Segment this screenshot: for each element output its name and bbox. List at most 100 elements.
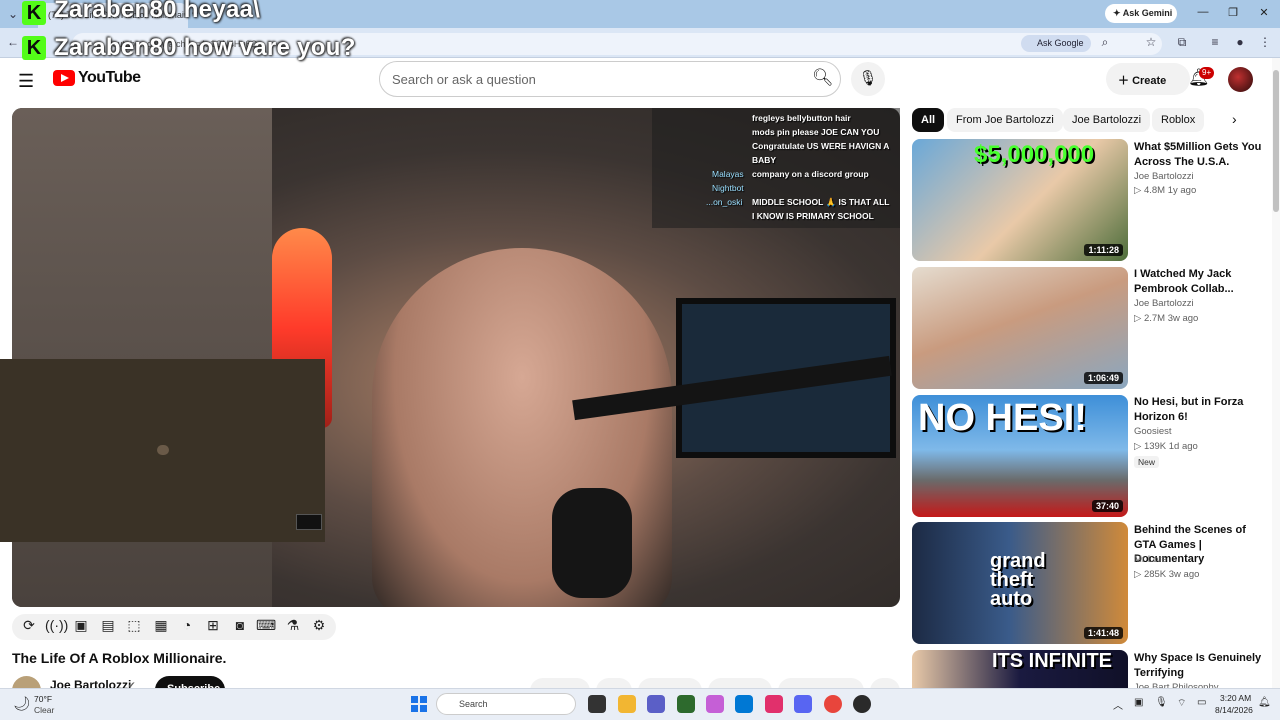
taskbar-search-label: Search (459, 699, 488, 709)
weather-temperature[interactable]: 70°F (34, 694, 52, 704)
chat-line: mods pin please JOE CAN YOU (752, 127, 880, 137)
task-view-icon[interactable] (588, 695, 606, 713)
rec-thumbnail[interactable]: 1:06:49 (912, 267, 1128, 389)
search-placeholder: Search or ask a question (392, 72, 536, 87)
media-icon[interactable]: ≡ (1208, 35, 1222, 49)
rec-meta: ▷ 2.7M 3w ago (1134, 313, 1199, 324)
rec-channel[interactable]: Joe Bartolozzi (1134, 171, 1194, 182)
rec-meta: ▷ 285K 3w ago (1134, 569, 1200, 580)
rec-title[interactable]: I Watched My Jack Pembrook Collab... (1134, 267, 1264, 296)
zoom-icon[interactable]: ⌕ (1098, 35, 1112, 50)
film-icon[interactable]: ▤ (98, 617, 118, 637)
ask-gemini-button[interactable]: ✦ Ask Gemini (1105, 4, 1177, 23)
search-input[interactable]: Search or ask a question (379, 61, 841, 97)
rec-thumbnail[interactable]: ITS INFINITE (912, 650, 1128, 688)
windows-start-icon[interactable] (411, 696, 427, 712)
thumbnail-text: ITS INFINITE (992, 650, 1112, 672)
copilot-icon[interactable] (706, 695, 724, 713)
discord-icon[interactable] (794, 695, 812, 713)
profile-icon[interactable]: ● (1233, 35, 1247, 49)
battery-icon[interactable]: ▭ (1197, 697, 1206, 708)
ask-gemini-label: Ask Gemini (1122, 8, 1173, 18)
flask-icon[interactable]: ⚗ (283, 617, 303, 637)
resize-icon[interactable]: ⬚ (124, 617, 144, 637)
rec-thumbnail[interactable]: grand theft auto 1:41:48 (912, 522, 1128, 644)
rec-thumbnail[interactable]: NO HESI! 37:40 (912, 395, 1128, 517)
add-screen-icon[interactable]: ⊞ (203, 617, 223, 637)
screen-eye-icon[interactable]: ▣ (71, 617, 91, 637)
weather-moon-icon[interactable]: 🌙︎ (13, 695, 31, 712)
browser-menu-icon[interactable]: ⋮ (1258, 35, 1272, 49)
chip-from-channel[interactable]: From Joe Bartolozzi (947, 108, 1063, 132)
wifi-icon[interactable]: ⌔ (1177, 697, 1186, 710)
camera-icon[interactable]: ◙ (230, 617, 250, 637)
chip-roblox[interactable]: Roblox (1152, 108, 1205, 132)
chevron-right-icon[interactable]: › (1232, 111, 1237, 127)
youtube-logo-icon[interactable] (53, 70, 75, 86)
youtube-logo-text[interactable]: YouTube (78, 69, 141, 87)
kick-logo-icon: K (22, 1, 46, 25)
chat-line: BABY (752, 155, 777, 165)
extensions-icon[interactable]: ⧉ (1175, 35, 1189, 50)
tray-app-icon[interactable]: ▣ (1134, 697, 1143, 708)
loop-icon[interactable]: ⟳ (19, 617, 39, 637)
chat-line: Congratulate US WERE HAVIGN A (752, 141, 890, 151)
minimize-icon[interactable]: — (1193, 6, 1213, 18)
new-badge: New (1134, 456, 1160, 468)
scrollbar-thumb[interactable] (1273, 70, 1279, 212)
rec-thumbnail[interactable]: $5,000,000 1:11:28 (912, 139, 1128, 261)
rec-title[interactable]: No Hesi, but in Forza Horizon 6! (1134, 395, 1264, 424)
speedometer-icon[interactable]: ◔ (177, 617, 197, 637)
create-button[interactable]: ＋ Create (1106, 63, 1190, 95)
video-duration: 1:41:48 (1083, 627, 1123, 639)
thumbnail-text: NO HESI! (918, 397, 1087, 439)
rec-title[interactable]: What $5Million Gets You Across The U.S.A… (1134, 140, 1264, 169)
cinema-icon[interactable]: ▦ (151, 617, 171, 637)
file-explorer-icon[interactable] (618, 695, 636, 713)
video-title: The Life Of A Roblox Millionaire. (12, 650, 227, 666)
clock-time[interactable]: 3:20 AM (1220, 693, 1251, 703)
menu-icon[interactable]: ☰ (18, 71, 34, 92)
close-window-icon[interactable]: ✕ (1254, 6, 1274, 19)
account-avatar[interactable] (1228, 67, 1253, 92)
tray-chevron-icon[interactable]: ︿ (1113, 697, 1123, 712)
voice-search-button[interactable]: 🎙︎ (851, 62, 885, 96)
tab-list-icon[interactable]: ⌄ (6, 7, 20, 21)
rec-channel[interactable]: Mr Lore (1134, 554, 1167, 565)
chip-channel[interactable]: Joe Bartolozzi (1063, 108, 1151, 132)
pip-mini-preview (296, 514, 322, 530)
broadcast-icon[interactable]: ((·)) (45, 617, 68, 637)
bookmark-star-icon[interactable]: ☆ (1144, 35, 1158, 49)
rec-title[interactable]: Why Space Is Genuinely Terrifying (1134, 651, 1264, 680)
search-icon[interactable]: 🔍︎ (812, 68, 834, 88)
app-icon[interactable] (853, 695, 871, 713)
video-duration: 37:40 (1091, 500, 1123, 512)
ask-google-button[interactable]: Ask Google (1021, 35, 1091, 52)
back-icon[interactable]: ← (6, 35, 20, 49)
keyboard-icon[interactable]: ⌨ (256, 617, 276, 637)
chip-all[interactable]: All (912, 108, 945, 132)
terminal-icon[interactable] (677, 695, 695, 713)
thumbnail-text: grand theft auto (990, 550, 1046, 610)
chrome-icon[interactable] (824, 695, 842, 713)
overlay-chat-line: Zaraben80 how vare you? (54, 34, 356, 61)
pip-content-icon (157, 445, 169, 455)
gear-icon[interactable]: ⚙ (309, 617, 329, 637)
microphone (552, 488, 632, 598)
gemini-icon: ✦ (1113, 8, 1123, 18)
teams-icon[interactable] (647, 695, 665, 713)
taskbar-search[interactable]: Search (436, 693, 576, 715)
notification-center-icon[interactable]: 🔔︎ (1258, 697, 1271, 708)
rec-channel[interactable]: Joe Bartolozzi (1134, 298, 1194, 309)
maximize-icon[interactable]: ❐ (1223, 6, 1243, 19)
tray-mic-icon[interactable]: 🎙︎ (1155, 697, 1168, 708)
rec-meta: ▷ 4.8M 1y ago (1134, 185, 1197, 196)
overlay-chat-line: Zaraben80 heyaa\ (54, 0, 261, 23)
chat-username: Nightbot (712, 183, 744, 193)
instagram-icon[interactable] (765, 695, 783, 713)
clock-date[interactable]: 8/14/2026 (1215, 705, 1253, 715)
store-icon[interactable] (735, 695, 753, 713)
mic-icon: 🎙︎ (858, 70, 878, 87)
rec-channel[interactable]: Goosiest (1134, 426, 1172, 437)
video-duration: 1:11:28 (1084, 244, 1123, 256)
